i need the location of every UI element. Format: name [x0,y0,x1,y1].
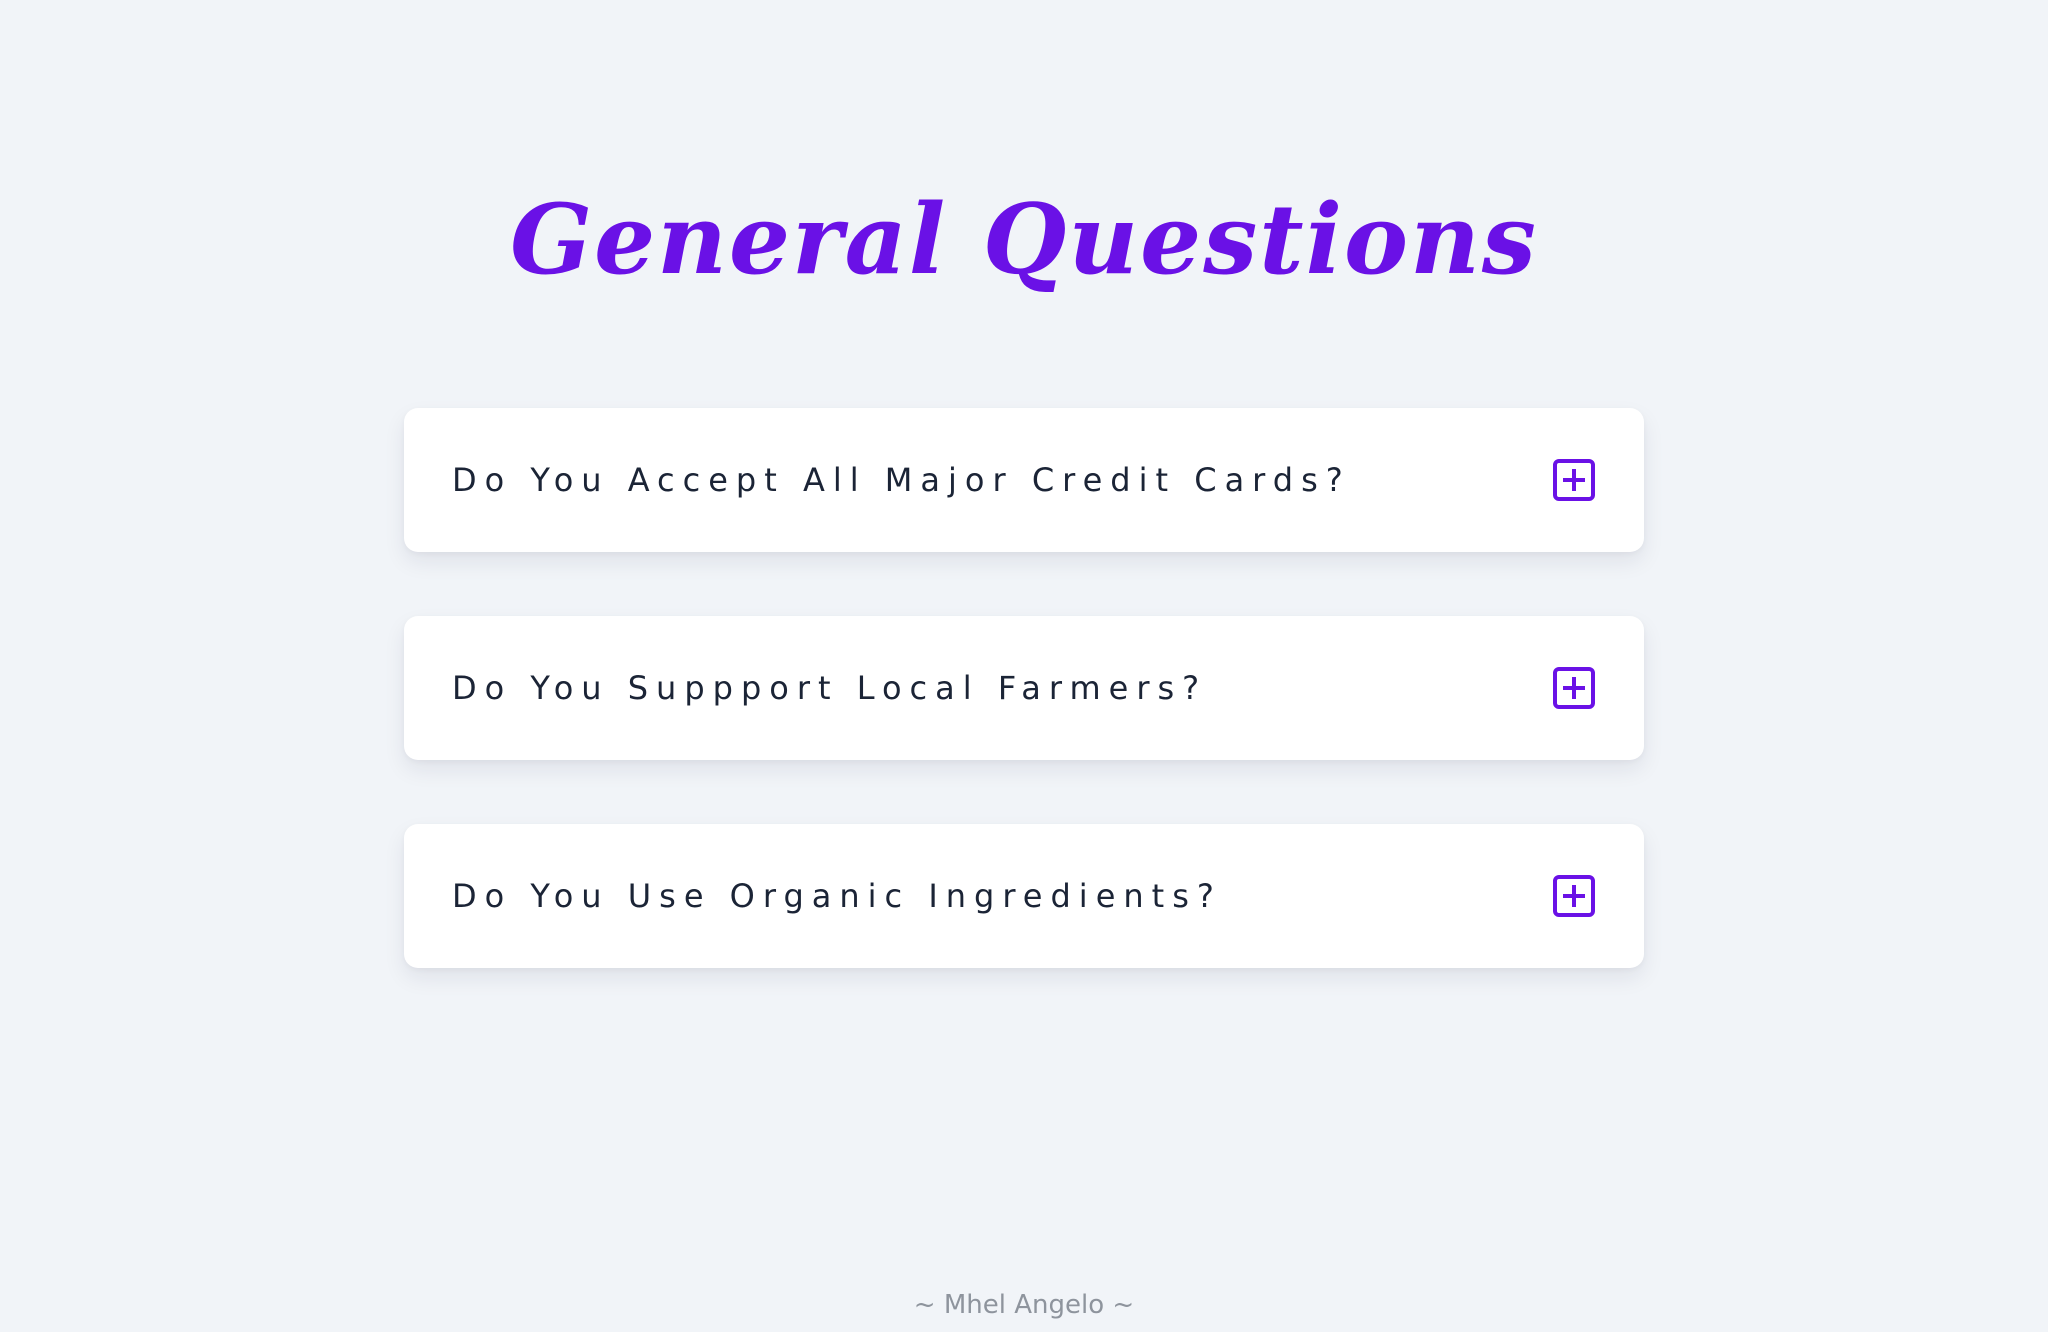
faq-question: Do You Accept All Major Credit Cards? [452,461,1351,499]
plus-square-icon [1553,667,1595,709]
page-title: General Questions [510,183,1538,296]
plus-square-icon [1553,875,1595,917]
faq-item-credit-cards[interactable]: Do You Accept All Major Credit Cards? [404,408,1644,552]
faq-list: Do You Accept All Major Credit Cards? Do… [404,408,1644,1032]
expand-button[interactable] [1552,666,1596,710]
faq-item-local-farmers[interactable]: Do You Suppport Local Farmers? [404,616,1644,760]
faq-question: Do You Suppport Local Farmers? [452,669,1208,707]
expand-button[interactable] [1552,874,1596,918]
expand-button[interactable] [1552,458,1596,502]
footer-credit: ~ Mhel Angelo ~ [913,1290,1135,1320]
faq-question: Do You Use Organic Ingredients? [452,877,1222,915]
plus-square-icon [1553,459,1595,501]
faq-item-organic-ingredients[interactable]: Do You Use Organic Ingredients? [404,824,1644,968]
